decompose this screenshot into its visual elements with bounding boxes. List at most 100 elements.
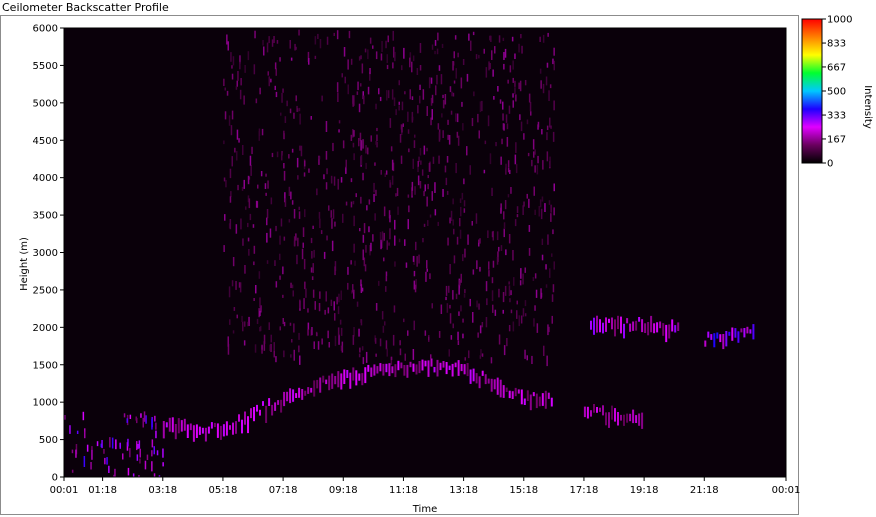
layer-mark — [334, 376, 337, 385]
layer-mark — [319, 291, 321, 299]
layer-mark — [244, 265, 246, 274]
layer-mark — [362, 139, 364, 149]
layer-mark — [398, 238, 401, 243]
layer-mark — [279, 57, 281, 62]
x-tick-label: 00:01 — [50, 485, 79, 496]
layer-mark — [280, 112, 282, 116]
layer-mark — [492, 304, 494, 313]
layer-mark — [255, 98, 258, 104]
y-tick-label: 3000 — [33, 248, 58, 259]
layer-mark — [369, 251, 371, 256]
layer-mark — [388, 242, 390, 246]
layer-mark — [423, 223, 426, 227]
layer-mark — [472, 368, 475, 382]
layer-mark — [274, 402, 277, 411]
layer-mark — [250, 408, 252, 419]
layer-mark — [452, 198, 454, 205]
layer-mark — [146, 454, 149, 460]
layer-mark — [304, 281, 306, 290]
layer-mark — [498, 246, 500, 252]
layer-mark — [321, 338, 323, 345]
layer-mark — [126, 418, 128, 423]
colorbar-tick-label: 167 — [827, 134, 846, 145]
layer-mark — [380, 170, 382, 175]
layer-mark — [467, 234, 469, 245]
layer-mark — [384, 321, 386, 326]
layer-mark — [406, 364, 409, 378]
layer-mark — [311, 276, 314, 280]
layer-mark — [372, 45, 374, 49]
layer-mark — [86, 444, 89, 452]
x-tick-label: 17:18 — [570, 485, 599, 496]
layer-mark — [237, 71, 239, 81]
layer-mark — [551, 315, 553, 324]
layer-mark — [261, 128, 264, 136]
layer-mark — [526, 390, 529, 401]
layer-mark — [551, 253, 553, 257]
layer-mark — [291, 339, 293, 343]
layer-mark — [370, 367, 373, 377]
layer-mark — [547, 392, 550, 399]
layer-mark — [479, 266, 481, 272]
layer-mark — [337, 178, 339, 190]
layer-mark — [419, 43, 422, 53]
y-tick-label: 0 — [52, 473, 58, 484]
layer-mark — [266, 209, 269, 219]
layer-mark — [514, 87, 516, 94]
layer-mark — [387, 35, 389, 43]
layer-mark — [549, 156, 551, 167]
layer-mark — [534, 149, 536, 155]
layer-mark — [515, 142, 517, 153]
layer-mark — [320, 230, 323, 234]
layer-mark — [552, 284, 555, 293]
layer-mark — [514, 219, 517, 227]
layer-mark — [391, 89, 394, 100]
layer-mark — [243, 340, 246, 346]
layer-mark — [626, 413, 629, 423]
layer-mark — [289, 108, 292, 114]
layer-mark — [449, 264, 451, 275]
layer-mark — [389, 118, 392, 128]
layer-mark — [448, 349, 450, 357]
layer-mark — [358, 56, 361, 61]
layer-mark — [629, 413, 632, 422]
layer-mark — [244, 411, 246, 425]
layer-mark — [514, 80, 516, 87]
layer-mark — [397, 206, 399, 215]
layer-mark — [155, 422, 157, 430]
layer-mark — [459, 218, 461, 227]
layer-mark — [409, 361, 412, 368]
layer-mark — [91, 446, 93, 450]
layer-mark — [290, 282, 292, 288]
layer-mark — [541, 393, 544, 406]
layer-mark — [534, 305, 536, 311]
layer-mark — [523, 201, 525, 207]
layer-mark — [183, 418, 186, 431]
layer-mark — [534, 165, 536, 173]
x-tick-label: 13:18 — [449, 485, 478, 496]
layer-mark — [262, 401, 264, 406]
layer-mark — [328, 342, 330, 348]
layer-mark — [325, 291, 327, 302]
layer-mark — [519, 280, 522, 286]
layer-mark — [353, 243, 355, 253]
layer-mark — [478, 303, 480, 310]
layer-mark — [129, 448, 131, 458]
layer-mark — [586, 406, 589, 419]
layer-mark — [415, 241, 417, 251]
layer-mark — [602, 322, 604, 334]
layer-mark — [344, 76, 346, 84]
layer-mark — [265, 192, 267, 196]
layer-mark — [360, 196, 362, 204]
layer-mark — [361, 346, 364, 351]
layer-mark — [623, 414, 625, 426]
layer-mark — [353, 130, 355, 137]
layer-mark — [300, 145, 303, 157]
layer-mark — [358, 328, 360, 337]
layer-mark — [240, 78, 242, 86]
layer-mark — [430, 358, 433, 367]
layer-mark — [271, 404, 274, 416]
layer-mark — [638, 413, 641, 426]
layer-mark — [299, 145, 301, 151]
layer-mark — [155, 430, 157, 439]
